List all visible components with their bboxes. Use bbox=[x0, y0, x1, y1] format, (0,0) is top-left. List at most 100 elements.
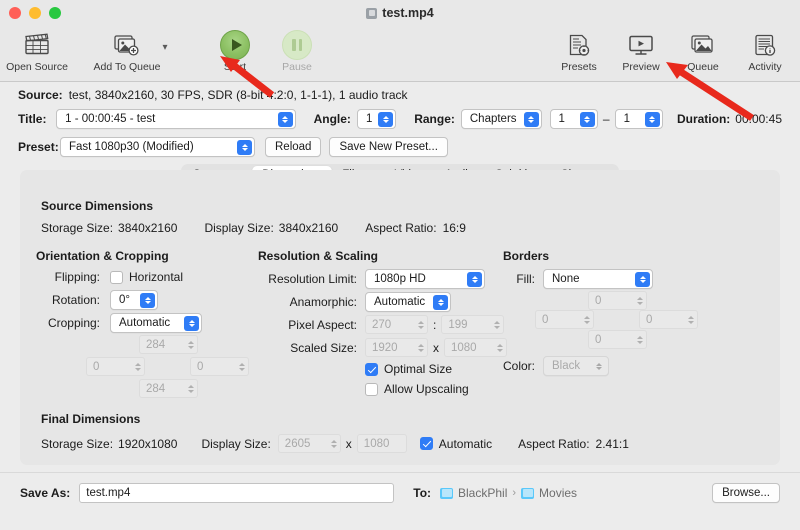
maximize-window-button[interactable] bbox=[49, 7, 61, 19]
pixel-aspect-numerator-field[interactable]: 270 bbox=[365, 315, 428, 334]
resolution-limit-select[interactable]: 1080p HD bbox=[365, 269, 485, 289]
path-crumb-volume[interactable]: BlackPhil bbox=[458, 486, 507, 500]
border-left-field[interactable]: 0 bbox=[535, 310, 594, 329]
reload-preset-button[interactable]: Reload bbox=[265, 137, 321, 157]
pixel-aspect-separator: : bbox=[433, 318, 436, 332]
stepper-arrows-icon[interactable] bbox=[415, 315, 428, 334]
range-from-stepper[interactable]: 1 bbox=[550, 109, 598, 129]
pause-icon bbox=[282, 30, 312, 60]
stepper-arrows-icon[interactable] bbox=[185, 335, 198, 354]
stepper-arrows-icon[interactable] bbox=[581, 310, 594, 329]
toolbar-pause-button[interactable]: Pause bbox=[266, 26, 328, 73]
cropping-mode-select[interactable]: Automatic bbox=[110, 313, 202, 333]
stepper-arrows-icon[interactable] bbox=[378, 112, 393, 127]
toolbar-queue-label: Queue bbox=[687, 61, 719, 73]
source-dimensions-heading: Source Dimensions bbox=[41, 199, 153, 213]
rotation-value: 0° bbox=[119, 294, 130, 306]
final-display-height-value[interactable]: 1080 bbox=[357, 434, 407, 453]
borders-fill-row: Fill: None bbox=[503, 269, 653, 289]
toolbar-queue-button[interactable]: Queue bbox=[672, 26, 734, 73]
stepper-arrows-icon[interactable] bbox=[634, 330, 647, 349]
title-select[interactable]: 1 - 00:00:45 - test bbox=[56, 109, 295, 129]
preset-select-value: Fast 1080p30 (Modified) bbox=[69, 141, 194, 153]
optimal-size-label: Optimal Size bbox=[384, 362, 452, 376]
toolbar-activity-button[interactable]: Activity bbox=[734, 26, 796, 73]
stepper-arrows-icon[interactable] bbox=[491, 315, 504, 334]
stepper-arrows-icon[interactable] bbox=[415, 338, 428, 357]
stepper-arrows-icon[interactable] bbox=[645, 112, 660, 127]
save-as-value: test.mp4 bbox=[86, 487, 130, 499]
stepper-arrows-icon[interactable] bbox=[185, 379, 198, 398]
title-row: Title: 1 - 00:00:45 - test Angle: 1 Rang… bbox=[18, 104, 782, 134]
final-aspect-ratio-value: 2.41:1 bbox=[596, 437, 629, 451]
stepper-arrows-icon[interactable] bbox=[494, 338, 507, 357]
stepper-arrows-icon bbox=[184, 316, 199, 331]
rotation-select[interactable]: 0° bbox=[110, 290, 158, 310]
toolbar-pause-label: Pause bbox=[282, 61, 312, 73]
range-to-stepper[interactable]: 1 bbox=[615, 109, 663, 129]
save-new-preset-button[interactable]: Save New Preset... bbox=[329, 137, 447, 157]
toolbar-open-source-label: Open Source bbox=[6, 61, 68, 73]
minimize-window-button[interactable] bbox=[29, 7, 41, 19]
border-bottom-field[interactable]: 0 bbox=[588, 330, 647, 349]
folder-icon bbox=[521, 488, 534, 499]
final-aspect-ratio-label: Aspect Ratio: bbox=[518, 437, 589, 451]
final-storage-size-label: Storage Size: bbox=[41, 437, 113, 451]
save-as-input[interactable]: test.mp4 bbox=[79, 483, 394, 503]
stepper-arrows-icon[interactable] bbox=[580, 112, 595, 127]
angle-value: 1 bbox=[366, 113, 372, 125]
chevron-down-icon[interactable]: ▾ bbox=[158, 42, 172, 53]
stepper-arrows-icon[interactable] bbox=[132, 357, 145, 376]
range-type-value: Chapters bbox=[470, 113, 517, 125]
scaled-height-value: 1080 bbox=[444, 338, 494, 357]
stepper-arrows-icon bbox=[140, 293, 155, 308]
rotation-row: Rotation: 0° bbox=[36, 290, 158, 310]
pixel-aspect-denominator-field[interactable]: 199 bbox=[441, 315, 504, 334]
toolbar-open-source-button[interactable]: Open Source bbox=[6, 26, 68, 73]
stepper-arrows-icon[interactable] bbox=[236, 357, 249, 376]
final-automatic-checkbox[interactable] bbox=[420, 437, 433, 450]
toolbar-presets-button[interactable]: Presets bbox=[548, 26, 610, 73]
final-display-width-field[interactable]: 2605 bbox=[278, 434, 341, 453]
breadcrumb-separator: › bbox=[512, 487, 516, 499]
toolbar-add-to-queue-button[interactable]: Add To Queue bbox=[96, 26, 158, 73]
scaled-width-value: 1920 bbox=[365, 338, 415, 357]
crop-top-field[interactable]: 284 bbox=[139, 335, 198, 354]
stepper-arrows-icon[interactable] bbox=[685, 310, 698, 329]
border-top-field[interactable]: 0 bbox=[588, 291, 647, 310]
flipping-horizontal-checkbox[interactable] bbox=[110, 271, 123, 284]
scaled-height-field[interactable]: 1080 bbox=[444, 338, 507, 357]
stepper-arrows-icon bbox=[278, 112, 293, 127]
optimal-size-checkbox[interactable] bbox=[365, 363, 378, 376]
crop-left-field[interactable]: 0 bbox=[86, 357, 145, 376]
main-toolbar: Open Source Add To Queue ▾ Star bbox=[0, 26, 800, 82]
toolbar-preview-button[interactable]: Preview bbox=[610, 26, 672, 73]
borders-color-select[interactable]: Black bbox=[543, 356, 609, 376]
crop-right-value: 0 bbox=[190, 357, 236, 376]
resolution-limit-label: Resolution Limit: bbox=[258, 272, 357, 286]
scaled-width-field[interactable]: 1920 bbox=[365, 338, 428, 357]
toolbar-add-to-queue-label: Add To Queue bbox=[94, 61, 161, 73]
stepper-arrows-icon[interactable] bbox=[634, 291, 647, 310]
angle-stepper[interactable]: 1 bbox=[357, 109, 396, 129]
scaled-size-separator: x bbox=[433, 341, 439, 355]
browse-button[interactable]: Browse... bbox=[712, 483, 780, 503]
border-right-field[interactable]: 0 bbox=[639, 310, 698, 329]
crop-bottom-field[interactable]: 284 bbox=[139, 379, 198, 398]
borders-fill-select[interactable]: None bbox=[543, 269, 653, 289]
source-storage-size-value: 3840x2160 bbox=[118, 221, 177, 235]
border-bottom-value: 0 bbox=[588, 330, 634, 349]
path-crumb-folder[interactable]: Movies bbox=[539, 486, 577, 500]
optimal-size-row: Optimal Size bbox=[365, 362, 452, 376]
close-window-button[interactable] bbox=[9, 7, 21, 19]
preset-select[interactable]: Fast 1080p30 (Modified) bbox=[60, 137, 255, 157]
final-automatic-label: Automatic bbox=[439, 437, 492, 451]
range-type-select[interactable]: Chapters bbox=[461, 109, 542, 129]
toolbar-start-button[interactable]: Start bbox=[204, 26, 266, 73]
allow-upscaling-checkbox[interactable] bbox=[365, 383, 378, 396]
pixel-aspect-label: Pixel Aspect: bbox=[258, 318, 357, 332]
crop-right-field[interactable]: 0 bbox=[190, 357, 249, 376]
borders-fill-label: Fill: bbox=[503, 272, 535, 286]
anamorphic-select[interactable]: Automatic bbox=[365, 292, 451, 312]
stepper-arrows-icon[interactable] bbox=[328, 434, 341, 453]
